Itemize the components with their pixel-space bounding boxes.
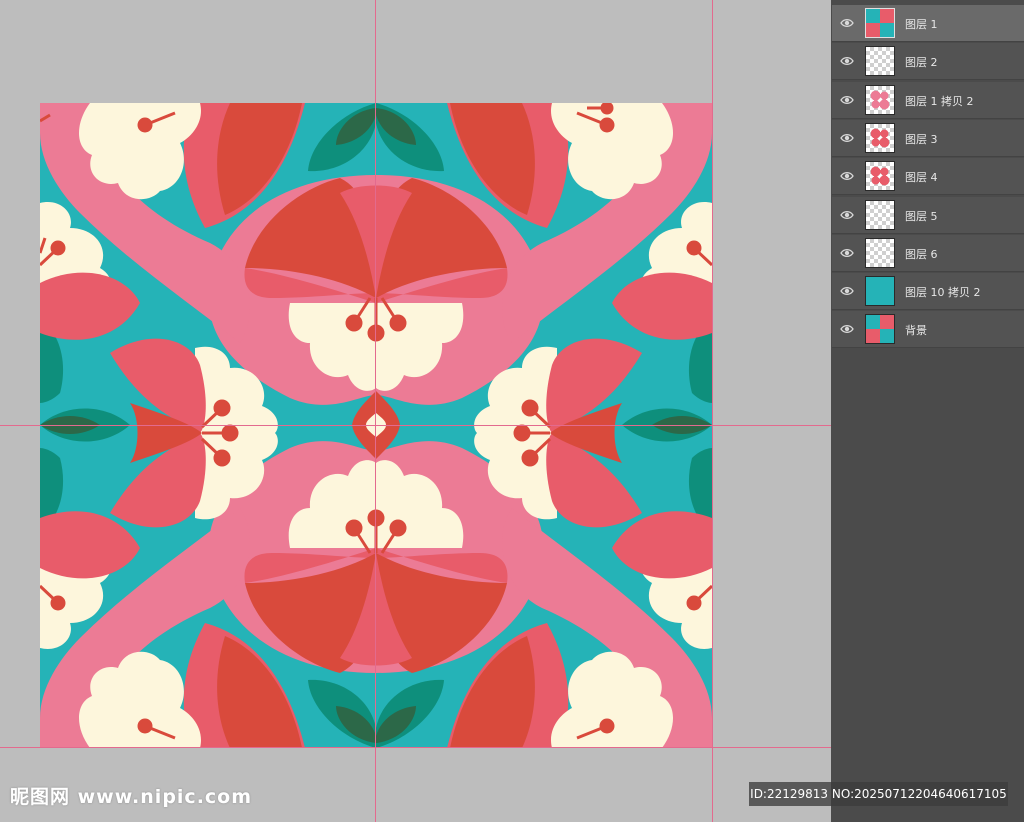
layer-row[interactable]: 图层 3 [832,119,1024,157]
red-pattern-thumb[interactable] [865,122,895,153]
layer-row[interactable]: 图层 6 [832,234,1024,272]
layer-name: 图层 3 [905,132,938,146]
layer-name: 图层 1 [905,18,938,31]
canvas-area[interactable] [0,0,831,822]
visibility-eye-icon[interactable] [840,170,854,182]
pattern-thumb[interactable] [865,8,895,38]
layer-row[interactable]: 图层 5 [832,196,1024,234]
visibility-eye-icon[interactable] [840,247,854,259]
visibility-eye-icon[interactable] [840,323,854,335]
layer-name: 图层 6 [905,247,938,261]
pink-pattern-thumb[interactable] [865,84,895,115]
layer-name: 图层 2 [905,56,938,70]
thumb-artwork [869,88,891,111]
transparent-thumb[interactable] [865,46,895,77]
visibility-eye-icon[interactable] [840,94,854,106]
image-id-watermark: ID:22129813 NO:20250712204640617105 [749,782,1008,806]
visibility-eye-icon[interactable] [840,17,854,29]
layer-row[interactable]: 图层 10 拷贝 2 [832,273,1024,311]
thumb-artwork [869,126,891,149]
layer-row[interactable]: 图层 1 [832,5,1024,42]
red-pattern-thumb[interactable] [865,161,895,192]
layer-name: 图层 1 拷贝 2 [905,94,974,108]
layer-row[interactable]: 图层 2 [832,43,1024,81]
visibility-eye-icon[interactable] [840,132,854,144]
layers-panel: 图层 1 图层 2 图层 1 拷贝 2 图层 3 图层 4 图层 5 图层 6 图层 10 拷… [831,0,1024,822]
site-watermark: 昵图网 www.nipic.com [10,786,253,808]
layer-row[interactable]: 图层 4 [832,158,1024,196]
layer-row[interactable]: 图层 1 拷贝 2 [832,81,1024,119]
layer-name: 图层 4 [905,171,938,185]
vertical-guide-right[interactable] [712,0,713,822]
layer-name: 图层 10 拷贝 2 [905,286,981,300]
teal-fill-thumb[interactable] [865,276,895,307]
transparent-thumb[interactable] [865,237,895,268]
horizontal-guide-bottom[interactable] [0,747,831,748]
visibility-eye-icon[interactable] [840,209,854,221]
transparent-thumb[interactable] [865,199,895,230]
layer-name: 图层 5 [905,209,938,223]
visibility-eye-icon[interactable] [840,55,854,67]
vertical-guide-center[interactable] [375,0,376,822]
visibility-eye-icon[interactable] [840,285,854,297]
pattern-thumb[interactable] [865,314,895,345]
thumb-artwork [869,165,891,188]
layer-row[interactable]: 背景 [832,311,1024,349]
horizontal-guide-center[interactable] [0,425,831,426]
layer-name: 背景 [905,324,927,338]
